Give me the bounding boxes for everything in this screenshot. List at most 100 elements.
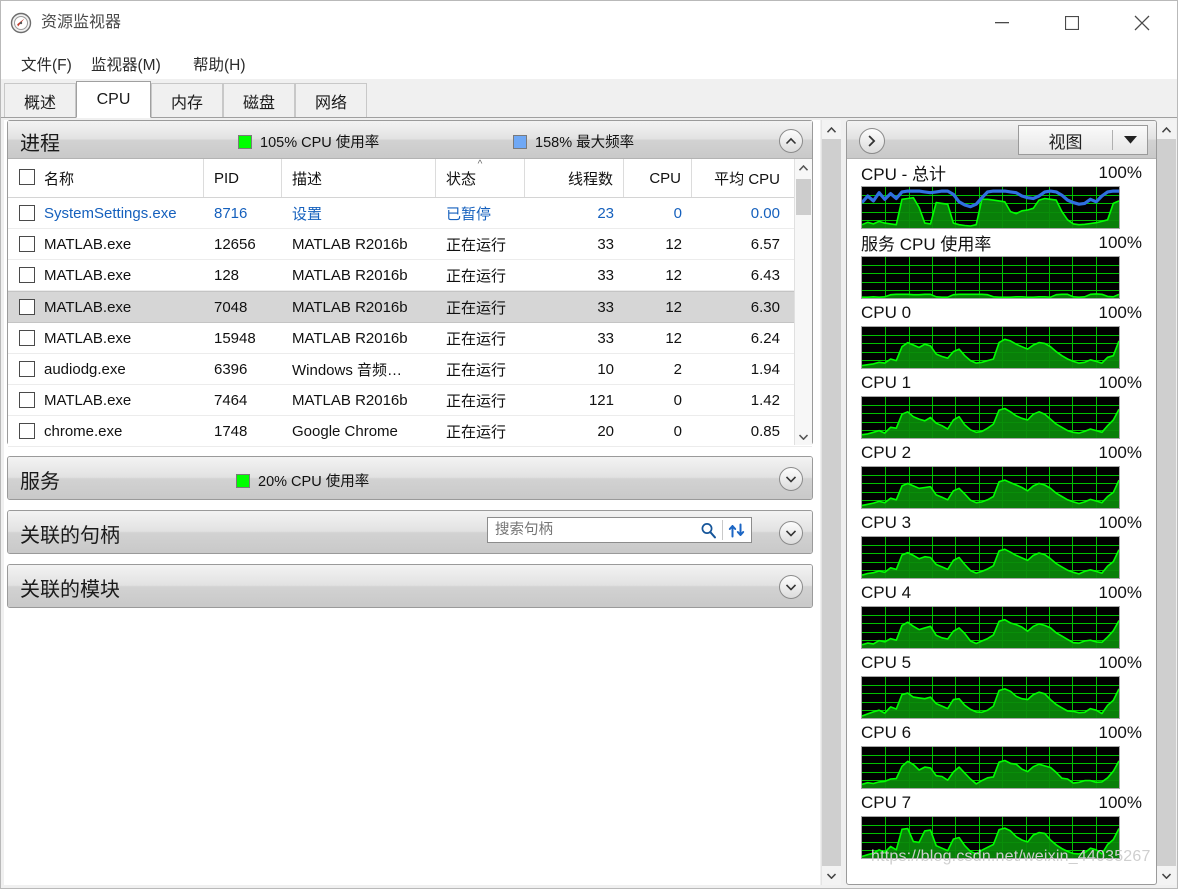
cell-avgcpu: 1.94 [750, 360, 780, 378]
cell-desc: MATLAB R2016b [292, 235, 408, 253]
graph-canvas [861, 676, 1120, 719]
graph-max-value: 100% [1098, 652, 1142, 672]
window-scroll-up-arrow-icon[interactable] [822, 120, 841, 139]
cell-threads: 23 [597, 204, 614, 222]
right-pane: 视图 CPU - 总计 100% 服务 CPU 使用率 100% CPU 0 100% CP… [846, 120, 1176, 885]
table-row[interactable]: MATLAB.exe 128 MATLAB R2016b 正在运行 33 12 6.43 [8, 260, 812, 291]
services-title: 服务 [20, 471, 60, 493]
table-row[interactable]: MATLAB.exe 7464 MATLAB R2016b 正在运行 121 0 1.42 [8, 385, 812, 416]
table-row[interactable]: MATLAB.exe 12656 MATLAB R2016b 正在运行 33 12 6.57 [8, 229, 812, 260]
graph-max-value: 100% [1098, 442, 1142, 462]
graph-canvas [861, 816, 1120, 859]
cell-cpu: 0 [673, 204, 682, 222]
column-header-average-cpu[interactable]: 平均 CPU [692, 159, 790, 197]
scrollbar-thumb[interactable] [796, 179, 811, 215]
cell-status: 正在运行 [446, 236, 507, 254]
legend-swatch-green-services [236, 473, 250, 488]
sort-ascending-icon: ^ [477, 159, 483, 170]
tab-cpu[interactable]: CPU [76, 81, 151, 118]
graph-title: 服务 CPU 使用率 [861, 235, 992, 254]
graph-item: CPU - 总计 100% [847, 159, 1156, 229]
triangle-down-icon[interactable] [1113, 136, 1147, 144]
cell-pid: 6396 [214, 360, 248, 378]
services-expand-button[interactable] [779, 467, 803, 491]
graph-label-row: CPU - 总计 100% [861, 159, 1142, 186]
minimize-button[interactable] [979, 1, 1025, 45]
cell-pid: 7048 [214, 298, 248, 316]
tab-overview[interactable]: 概述 [4, 83, 76, 117]
cell-desc: MATLAB R2016b [292, 298, 408, 316]
graph-panel: 视图 CPU - 总计 100% 服务 CPU 使用率 100% CPU 0 100% CP… [846, 120, 1157, 885]
handles-expand-button[interactable] [779, 521, 803, 545]
view-button[interactable]: 视图 [1018, 125, 1148, 155]
maximize-button[interactable] [1049, 1, 1095, 45]
services-header[interactable]: 服务 20% CPU 使用率 [8, 457, 812, 499]
column-header-threads[interactable]: 线程数 [525, 159, 624, 197]
legend-cpu-usage-label: 105% CPU 使用率 [260, 135, 380, 151]
left-pane: 进程 105% CPU 使用率 158% 最大频率 名称 PID 描述 ^ 状态… [4, 120, 820, 885]
cell-avgcpu: 6.30 [750, 298, 780, 316]
modules-expand-button[interactable] [779, 575, 803, 599]
cell-avgcpu: 6.24 [750, 329, 780, 347]
graph-list: CPU - 总计 100% 服务 CPU 使用率 100% CPU 0 100% CPU 1… [847, 159, 1156, 884]
table-row[interactable]: audiodg.exe 6396 Windows 音频… 正在运行 10 2 1.94 [8, 354, 812, 385]
graph-scroll-down-arrow-icon[interactable] [1157, 866, 1176, 885]
cell-status: 正在运行 [446, 299, 507, 317]
graph-title: CPU 7 [861, 792, 912, 812]
menu-help[interactable]: 帮助(H) [187, 51, 252, 77]
handles-header[interactable]: 关联的句柄 [8, 511, 812, 553]
refresh-arrows-icon[interactable] [723, 518, 751, 542]
table-row[interactable]: MATLAB.exe 15948 MATLAB R2016b 正在运行 33 12 6.24 [8, 323, 812, 354]
tab-disk[interactable]: 磁盘 [223, 83, 295, 117]
table-row[interactable]: SystemSettings.exe 8716 设置 已暂停 23 0 0.00 [8, 198, 812, 229]
tab-network[interactable]: 网络 [295, 83, 367, 117]
graph-label-row: CPU 2 100% [861, 439, 1142, 466]
graph-scroll-up-arrow-icon[interactable] [1157, 120, 1176, 139]
handles-section: 关联的句柄 [7, 510, 813, 554]
graph-title: CPU 0 [861, 302, 912, 322]
magnifier-icon[interactable] [694, 518, 722, 542]
close-button[interactable] [1119, 1, 1165, 45]
graph-label-row: CPU 4 100% [861, 579, 1142, 606]
cell-status: 正在运行 [446, 361, 507, 379]
graph-item: CPU 3 100% [847, 509, 1156, 579]
window-scrollbar[interactable] [821, 120, 841, 885]
tab-strip: 概述 CPU 内存 磁盘 网络 [1, 81, 1177, 118]
modules-header[interactable]: 关联的模块 [8, 565, 812, 607]
cell-threads: 121 [588, 391, 614, 409]
column-header-description[interactable]: 描述 [282, 159, 436, 197]
table-row[interactable]: MATLAB.exe 7048 MATLAB R2016b 正在运行 33 12 6.30 [8, 291, 812, 323]
graph-label-row: 服务 CPU 使用率 100% [861, 229, 1142, 256]
column-header-cpu[interactable]: CPU [624, 159, 692, 197]
graph-panel-scrollbar[interactable] [1157, 120, 1176, 885]
processes-collapse-button[interactable] [779, 129, 803, 153]
processes-scrollbar[interactable] [794, 159, 812, 445]
menu-monitor[interactable]: 监视器(M) [85, 51, 167, 77]
graph-label-row: CPU 5 100% [861, 649, 1142, 676]
processes-header[interactable]: 进程 105% CPU 使用率 158% 最大频率 [8, 121, 812, 159]
menu-file[interactable]: 文件(F) [15, 51, 78, 77]
graph-item: 服务 CPU 使用率 100% [847, 229, 1156, 299]
column-header-status[interactable]: ^ 状态 [436, 159, 525, 197]
chevron-right-icon[interactable] [859, 128, 885, 154]
cell-desc: 设置 [292, 205, 323, 223]
tab-memory[interactable]: 内存 [151, 83, 223, 117]
cell-avgcpu: 6.57 [750, 235, 780, 253]
legend-max-frequency-label: 158% 最大频率 [535, 135, 635, 151]
handle-search-box[interactable] [487, 517, 752, 543]
column-header-pid[interactable]: PID [204, 159, 282, 197]
processes-table-header: 名称 PID 描述 ^ 状态 线程数 CPU 平均 CPU [8, 159, 812, 198]
handles-title: 关联的句柄 [20, 525, 120, 547]
scroll-up-arrow-icon[interactable] [795, 159, 812, 176]
column-header-status-label: 状态 [446, 170, 477, 188]
cell-desc: Windows 音频… [292, 361, 403, 379]
table-row[interactable]: chrome.exe 1748 Google Chrome 正在运行 20 0 0.85 [8, 416, 812, 447]
cell-status: 已暂停 [446, 205, 492, 223]
column-header-name[interactable]: 名称 [8, 159, 204, 197]
handle-search-input[interactable] [488, 517, 694, 543]
graph-title: CPU 4 [861, 582, 912, 602]
cell-desc: MATLAB R2016b [292, 266, 408, 284]
scroll-down-arrow-icon[interactable] [795, 428, 812, 445]
cell-desc: MATLAB R2016b [292, 329, 408, 347]
window-scroll-down-arrow-icon[interactable] [822, 866, 841, 885]
